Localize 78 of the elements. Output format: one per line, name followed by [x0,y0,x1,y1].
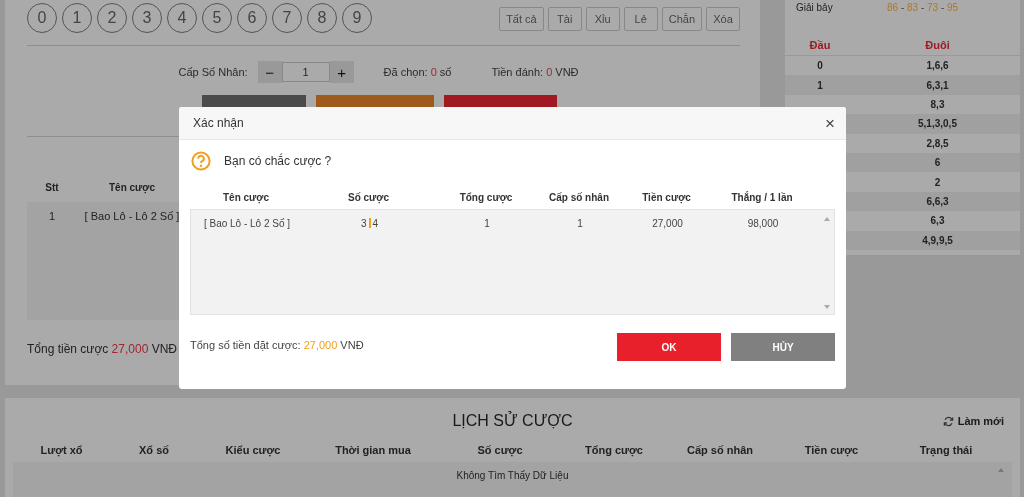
digit-button[interactable]: 8 [307,3,337,33]
scroll-up-icon[interactable] [998,468,1004,472]
table-cell-text: 1 [816,79,824,91]
digit-button[interactable]: 1 [62,3,92,33]
empty-message: Không Tìm Thấy Dữ Liệu [456,470,569,481]
prize-label: Giải bảy [796,2,834,15]
refresh-button[interactable]: Làm mới [942,415,1004,427]
refresh-icon [942,415,954,427]
table-cell-text: [ Bao Lô - Lô 2 Số ] [83,210,181,222]
column-header: Tên cược [108,182,156,196]
table-cell-text: 4,9,9,5 [921,234,954,246]
question-text: Bạn có chắc cược ? [224,154,332,168]
digit-button[interactable]: 9 [342,3,372,33]
column-header: Đầu [808,39,832,51]
table-cell-text: 1,6,6 [925,60,950,72]
prize-numbers: 86 - 83 - 73 - 95 [887,2,959,15]
column-header: Thắng / 1 lần [730,192,794,205]
digit-button[interactable]: 5 [202,3,232,33]
column-header: Tổng cược [458,192,514,206]
table-cell-text: 98,000 [746,218,780,229]
table-cell-text: 27,000 [651,218,684,229]
column-header: Cấp số nhân [548,192,610,205]
close-button[interactable]: × [825,114,835,132]
total-amount: Tổng tiền cược 27,000 VNĐ [27,342,177,356]
filter-button[interactable]: Xóa [706,7,740,31]
stake-amount: Tiền đánh: 0 VNĐ [491,66,579,78]
column-header: Tên cược [222,192,270,206]
ok-button[interactable]: OK [617,333,721,361]
digit-button[interactable]: 2 [97,3,127,33]
scroll-up-icon[interactable] [824,217,830,221]
table-cell-text: 0 [816,60,824,72]
filter-button[interactable]: Tài [547,7,582,31]
column-header: Cấp số nhân [686,444,754,458]
digit-button[interactable]: 6 [237,3,267,33]
table-cell-text: 8,3 [929,98,946,110]
table-cell-text: 1 [47,210,57,222]
column-header: Tiền cược [641,192,692,206]
column-header: Thời gian mua [334,444,412,458]
filter-button[interactable]: Xỉu [585,7,620,31]
column-header: Xổ số [138,444,170,458]
column-header: Tổng cược [584,444,644,458]
section-title: LỊCH SỬ CƯỢC [452,412,573,430]
table-cell-text: 6,3,1 [925,79,950,91]
total-stake: Tổng số tiền đặt cược: 27,000 VNĐ [190,339,365,351]
column-header: Kiểu cược [224,444,282,458]
cancel-button[interactable]: HỦY [731,333,835,361]
column-header: Tiền cược [803,444,860,458]
scroll-down-icon[interactable] [824,305,830,309]
column-header: Stt [44,182,60,195]
digit-button[interactable]: 3 [132,3,162,33]
table-cell-text: 1 [576,218,584,229]
digit-button[interactable]: 7 [272,3,302,33]
table-cell-text: 6 [933,157,942,169]
selected-count: Đã chọn: 0 số [383,66,452,78]
filter-button[interactable]: Tất cả [499,7,544,31]
table-cell-text: 6,6,3 [925,195,950,207]
table-cell-text: [ Bao Lô - Lô 2 Số ] [202,218,292,229]
minus-button[interactable]: − [257,61,282,83]
column-header: Số cược [347,192,390,206]
dialog-title: Xác nhận [193,116,244,130]
plus-button[interactable]: + [329,61,354,83]
table-cell-text: 1 [483,218,491,229]
table-cell-text: 2,8,5 [925,137,950,149]
filter-button[interactable]: Lẻ [623,7,658,31]
column-header: Số cược [476,444,524,458]
multiplier-field[interactable]: 1 [281,62,330,82]
table-cell-text: 5,1,3,0,5 [917,118,958,130]
column-header: Trạng thái [918,444,974,458]
table-cell-text: 3 4 [359,218,380,229]
multiplier-label: Cấp Số Nhân: [178,66,248,78]
question-icon [191,151,211,171]
digit-button[interactable]: 4 [167,3,197,33]
column-header: Đuôi [924,39,951,51]
table-cell-text: 6,3 [929,215,946,227]
digit-button[interactable]: 0 [27,3,57,33]
table-cell-text: 2 [933,176,942,188]
column-header: Lượt xổ [39,444,84,458]
filter-button[interactable]: Chẵn [661,7,702,31]
